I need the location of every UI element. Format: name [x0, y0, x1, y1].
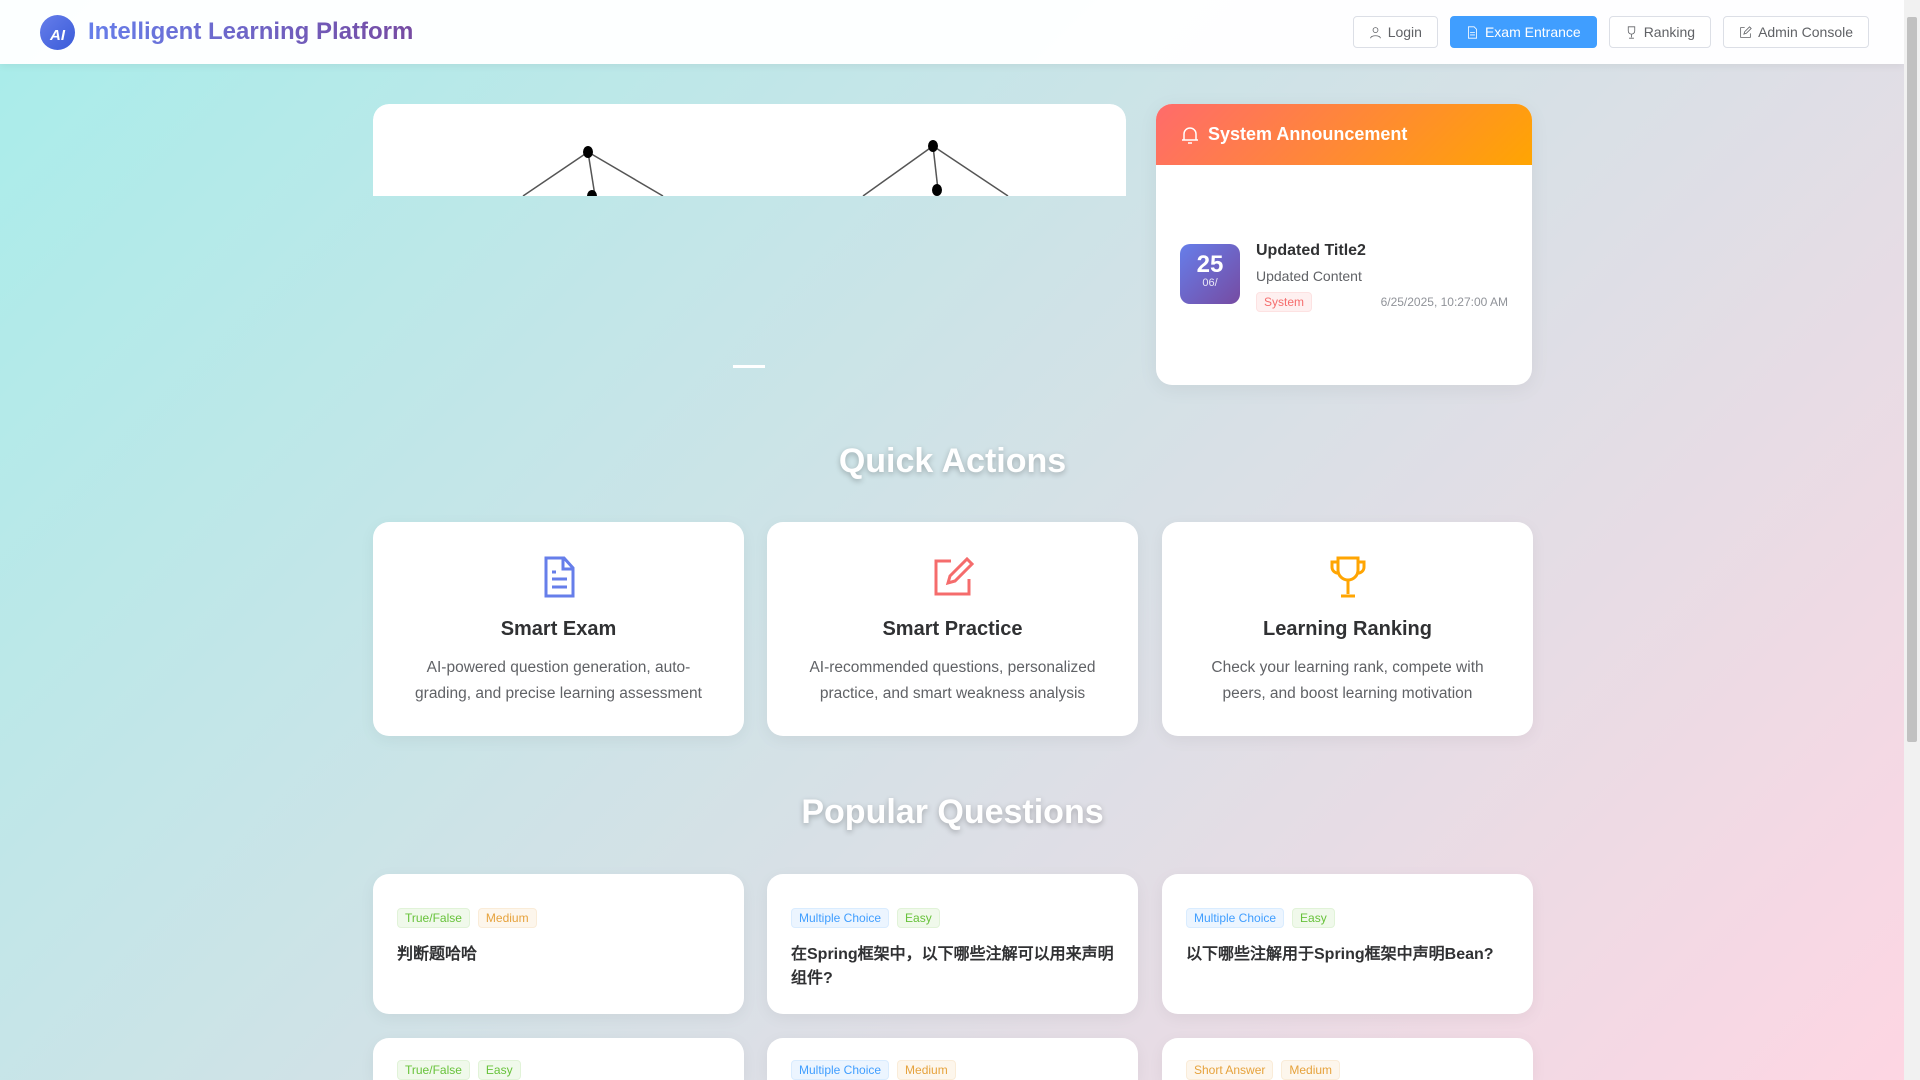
document-icon — [1468, 25, 1477, 39]
question-card[interactable]: Multiple Choice Medium — [767, 1038, 1138, 1080]
question-text: 判断题哈哈 — [397, 946, 478, 963]
scrollbar-thumb[interactable] — [1907, 17, 1917, 742]
announcement-tag: System — [1256, 292, 1313, 312]
announcement-header: System Announcement — [1156, 104, 1532, 165]
edit-icon — [1740, 25, 1752, 38]
card-description: Check your learning rank, compete with p… — [1211, 659, 1484, 702]
admin-console-button[interactable]: Admin Console — [1723, 16, 1869, 48]
trophy-icon — [1329, 556, 1366, 598]
question-type-tag: Multiple Choice — [791, 1060, 890, 1080]
site-title[interactable]: Intelligent Learning Platform — [88, 18, 413, 46]
difficulty-tag: Medium — [897, 1060, 956, 1080]
question-type-tag: True/False — [397, 908, 470, 928]
user-icon — [1369, 26, 1381, 38]
page-scrollbar[interactable] — [1904, 0, 1920, 1080]
admin-console-label: Admin Console — [1758, 24, 1853, 40]
card-title: Smart Exam — [500, 618, 617, 640]
difficulty-tag: Easy — [477, 1060, 521, 1080]
top-nav: Login Exam Entrance Ranking Admin Consol… — [1352, 16, 1869, 48]
carousel-indicator[interactable] — [733, 365, 765, 368]
difficulty-tag: Easy — [1292, 908, 1335, 928]
login-button[interactable]: Login — [1352, 16, 1438, 48]
question-card[interactable]: Short Answer Medium — [1162, 1038, 1533, 1080]
learning-ranking-card[interactable]: Learning Ranking Check your learning ran… — [1162, 522, 1533, 736]
question-text: 在Spring框架中，以下哪些注解可以用来声明组件? — [791, 946, 1114, 987]
question-card[interactable]: Multiple Choice Easy 以下哪些注解用于Spring框架中声明Be… — [1162, 874, 1533, 1014]
trophy-icon — [1627, 25, 1635, 39]
difficulty-tag: Medium — [477, 908, 537, 928]
announcement-item-content: Updated Content — [1256, 268, 1362, 284]
network-graph-image — [522, 140, 1009, 202]
quick-actions-heading: Quick Actions — [838, 442, 1067, 480]
bell-icon — [1182, 126, 1198, 144]
ranking-button[interactable]: Ranking — [1608, 16, 1712, 48]
date-day: 25 — [1196, 251, 1224, 278]
banner-carousel[interactable] — [373, 104, 1126, 385]
login-label: Login — [1387, 24, 1422, 40]
carousel-slide-image — [373, 104, 1126, 202]
exam-entrance-button[interactable]: Exam Entrance — [1449, 16, 1597, 48]
announcement-title: System Announcement — [1208, 124, 1408, 144]
question-card[interactable]: True/False Easy — [373, 1038, 744, 1080]
announcement-panel: System Announcement 25 06/ Updated Title2… — [1156, 104, 1532, 385]
difficulty-tag: Medium — [1281, 1060, 1341, 1080]
top-header: AI Intelligent Learning Platform Login E… — [0, 0, 1904, 64]
card-description: AI-powered question generation, auto-gra… — [415, 659, 702, 702]
question-type-tag: Short Answer — [1186, 1060, 1274, 1080]
announcement-item[interactable]: 25 06/ Updated Title2 Updated Content Sys… — [1180, 242, 1508, 312]
question-type-tag: Multiple Choice — [791, 908, 890, 928]
question-text: 以下哪些注解用于Spring框架中声明Bean? — [1186, 946, 1494, 963]
question-type-tag: Multiple Choice — [1186, 908, 1285, 928]
edit-icon — [934, 556, 974, 596]
card-title: Learning Ranking — [1263, 618, 1432, 640]
smart-practice-card[interactable]: Smart Practice AI-recommended questions,… — [767, 522, 1138, 736]
exam-entrance-label: Exam Entrance — [1484, 24, 1581, 40]
date-badge: 25 06/ — [1180, 244, 1240, 304]
document-icon — [544, 556, 574, 598]
ranking-label: Ranking — [1643, 24, 1696, 40]
card-description: AI-recommended questions, personalized p… — [809, 659, 1096, 702]
question-type-tag: True/False — [397, 1060, 470, 1080]
question-card[interactable]: True/False Medium 判断题哈哈 — [373, 874, 744, 1014]
question-card[interactable]: Multiple Choice Easy 在Spring框架中，以下哪些注解可以用来… — [767, 874, 1138, 1014]
card-title: Smart Practice — [882, 618, 1023, 640]
announcement-item-title: Updated Title2 — [1256, 242, 1366, 259]
logo-icon[interactable]: AI — [40, 14, 75, 50]
announcement-time: 6/25/2025, 10:27:00 AM — [1380, 295, 1508, 309]
date-month: 06/ — [1202, 277, 1218, 289]
popular-questions-heading: Popular Questions — [801, 793, 1104, 831]
smart-exam-card[interactable]: Smart Exam AI-powered question generatio… — [373, 522, 744, 736]
difficulty-tag: Easy — [897, 908, 940, 928]
